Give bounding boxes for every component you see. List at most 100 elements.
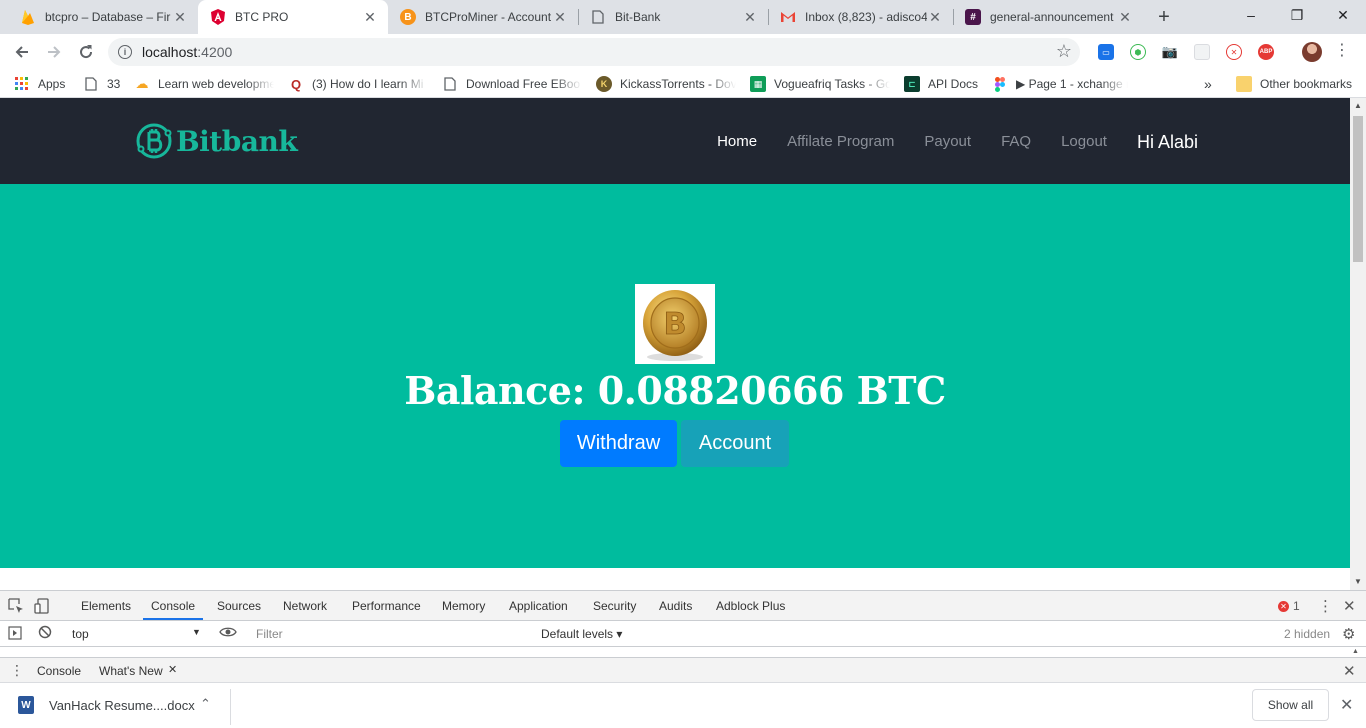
devtools-tab-security[interactable]: Security [593,599,636,613]
nodejs-extension-icon[interactable]: ⬢ [1130,44,1146,60]
withdraw-button[interactable]: Withdraw [560,420,677,467]
browser-tab[interactable]: Inbox (8,823) - adisco4 ✕ [768,0,953,34]
devtools-tab-sources[interactable]: Sources [217,599,261,613]
other-bookmarks-folder[interactable]: Other bookmarks [1236,76,1352,92]
extension-icon[interactable]: ▭ [1098,44,1114,60]
angular-icon [210,9,226,25]
nav-affiliate-program[interactable]: Affilate Program [787,132,894,152]
nav-payout[interactable]: Payout [924,132,971,152]
cloud-icon: ☁ [135,76,149,91]
bookmarks-overflow-button[interactable]: » [1204,76,1212,92]
new-tab-button[interactable]: + [1152,5,1176,29]
bookmark-item[interactable]: ⊏ API Docs [904,76,978,92]
drawer-tab-console[interactable]: Console [37,664,81,678]
close-tab-icon[interactable]: ✕ [1117,9,1133,25]
log-levels-dropdown[interactable]: Default levels ▾ [541,627,622,641]
show-sidebar-icon[interactable] [8,626,22,643]
devtools-tab-performance[interactable]: Performance [352,599,421,613]
close-devtools-icon[interactable]: ✕ [1343,597,1356,615]
account-button[interactable]: Account [681,420,789,467]
hidden-count: 2 hidden [1284,627,1331,641]
devtools-tab-audits[interactable]: Audits [659,599,692,613]
restore-button[interactable]: ❐ [1274,0,1320,30]
devtools-tab-network[interactable]: Network [283,599,327,613]
scroll-up-icon[interactable]: ▲ [1350,98,1366,114]
close-drawer-icon[interactable]: ✕ [1343,662,1356,680]
scrollbar-thumb[interactable] [1353,116,1363,262]
tab-title: general-announcement [990,10,1114,24]
reload-button[interactable] [74,40,98,64]
close-tab-icon[interactable]: ✕ [362,9,378,25]
extension-icon[interactable] [1194,44,1210,60]
minimize-button[interactable]: – [1228,0,1274,30]
drawer-tab-whats-new[interactable]: What's New [99,664,163,678]
chevron-up-icon[interactable]: ⌃ [200,696,211,712]
browser-tab[interactable]: Bit-Bank ✕ [578,0,768,34]
page-viewport: Bitbank Home Affilate Program Payout FAQ… [0,98,1350,590]
download-filename: VanHack Resume....docx [49,697,195,713]
drawer-menu-icon[interactable]: ⋮ [10,662,24,679]
bookmark-item[interactable]: K KickassTorrents - Dov [596,76,736,92]
close-download-shelf-icon[interactable]: ✕ [1340,695,1353,715]
devtools-tab-elements[interactable]: Elements [81,599,131,613]
bookmarks-bar: Apps 33 ☁ Learn web developme Q (3) How … [0,70,1366,98]
close-tab-icon[interactable]: ✕ [742,9,758,25]
context-dropdown-icon[interactable]: ▼ [192,627,201,637]
error-counter[interactable]: ✕ 1 [1278,599,1300,613]
bitcoin-coin-icon: B [643,290,707,361]
close-drawer-tab-icon[interactable]: ✕ [168,663,177,676]
context-selector[interactable]: top [72,627,89,641]
bookmark-item[interactable]: ▶ Page 1 - xchange r [992,76,1128,92]
devtools-panel: Elements Console Sources Network Perform… [0,590,1366,683]
quora-icon: Q [290,76,302,92]
nav-logout[interactable]: Logout [1061,132,1107,152]
bookmark-apps[interactable]: Apps [14,76,65,92]
site-info-icon[interactable]: i [118,45,132,59]
nav-faq[interactable]: FAQ [1001,132,1031,152]
devtools-tab-memory[interactable]: Memory [442,599,485,613]
devtools-tab-console[interactable]: Console [151,599,195,613]
console-toolbar: top ▼ Filter Default levels ▾ 2 hidden ⚙ [0,621,1366,647]
browser-tab[interactable]: # general-announcement ✕ [953,0,1143,34]
live-expression-eye-icon[interactable] [219,625,237,642]
clear-console-icon[interactable] [38,625,52,642]
download-item[interactable]: W VanHack Resume....docx [18,696,195,714]
address-bar[interactable]: i localhost:4200 ☆ [108,38,1080,66]
show-all-downloads-button[interactable]: Show all [1252,689,1329,721]
browser-tab[interactable]: btcpro – Database – Fir ✕ [8,0,198,34]
devtools-tab-adblock-plus[interactable]: Adblock Plus [716,599,785,613]
close-tab-icon[interactable]: ✕ [552,9,568,25]
bookmark-item[interactable]: ▦ Vogueafriq Tasks - Go [750,76,890,92]
console-filter-input[interactable]: Filter [250,624,534,643]
device-toolbar-icon[interactable] [34,598,50,617]
folder-icon [1236,76,1252,92]
scroll-down-icon[interactable]: ▼ [1350,574,1366,590]
browser-tab-active[interactable]: BTC PRO ✕ [198,0,388,34]
bookmark-item[interactable]: Q (3) How do I learn Mi [288,76,428,92]
brand-logo[interactable]: Bitbank [135,122,298,160]
browser-tab[interactable]: B BTCProMiner - Account ✕ [388,0,578,34]
forward-button[interactable] [42,40,66,64]
devtools-menu-icon[interactable]: ⋮ [1318,597,1333,615]
adblock-plus-icon[interactable]: ABP [1258,44,1274,60]
page-scrollbar[interactable]: ▲ ▼ [1350,98,1366,590]
console-scroll-up-icon[interactable]: ▲ [1352,648,1359,655]
camera-icon[interactable]: 📷 [1162,44,1178,60]
close-tab-icon[interactable]: ✕ [172,9,188,25]
bookmark-item[interactable]: 33 [83,76,120,92]
nav-home[interactable]: Home [717,132,757,152]
profile-avatar[interactable] [1302,42,1322,62]
browser-menu-icon[interactable]: ⋮ [1334,42,1350,62]
close-window-button[interactable]: ✕ [1320,0,1366,30]
inspect-element-icon[interactable] [8,598,24,617]
download-shelf: W VanHack Resume....docx ⌃ Show all ✕ [0,682,1366,728]
bookmark-label: 33 [107,77,121,91]
back-button[interactable] [10,40,34,64]
devtools-tab-application[interactable]: Application [509,599,568,613]
close-tab-icon[interactable]: ✕ [927,9,943,25]
console-settings-gear-icon[interactable]: ⚙ [1342,625,1355,643]
bookmark-star-icon[interactable]: ☆ [1056,41,1072,62]
block-extension-icon[interactable]: ✕ [1226,44,1242,60]
bookmark-item[interactable]: Download Free EBoo [442,76,582,92]
bookmark-item[interactable]: ☁ Learn web developme [134,76,275,92]
